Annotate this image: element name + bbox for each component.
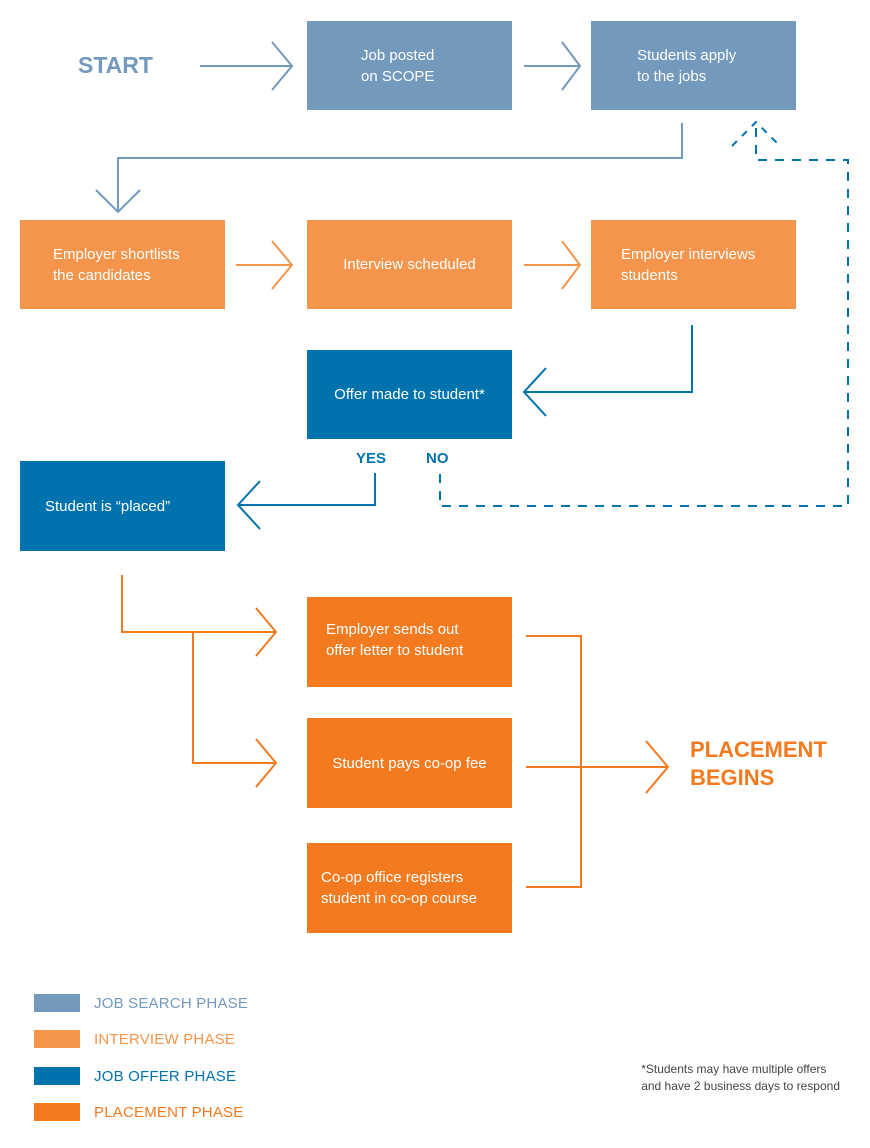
arrow-placed-to-offer-letter — [121, 575, 278, 657]
flow-connectors — [95, 41, 849, 888]
step-offer-letter-text: Employer sends out offer letter to stude… — [326, 621, 464, 659]
arrow-interviews-to-offer — [522, 325, 693, 417]
step-student-placed: Student is “placed” — [20, 461, 225, 551]
arrow-start-to-job-posted — [200, 41, 294, 91]
start-label: START — [78, 52, 153, 78]
step-students-apply-text: Students apply to the jobs — [637, 46, 737, 85]
arrow-yes-to-placed — [236, 473, 376, 530]
step-student-placed-text: Student is “placed” — [45, 497, 171, 515]
step-shortlist: Employer shortlists the candidates — [20, 220, 225, 309]
decision-no-label: NO — [426, 450, 449, 467]
step-job-posted-text: Job posted on SCOPE — [361, 46, 435, 85]
legend-swatch — [34, 994, 80, 1012]
arrow-placed-to-pays-fee — [192, 633, 278, 788]
step-registers-text: Co-op office registers student in co-op … — [321, 869, 477, 907]
step-interview-scheduled-text: Interview scheduled — [343, 256, 476, 273]
legend-item-job-search: JOB SEARCH PHASE — [34, 994, 248, 1012]
step-employer-interviews-text: Employer interviews students — [621, 245, 756, 284]
end-label: PLACEMENT BEGINS — [690, 737, 827, 790]
decision-yes-label: YES — [356, 450, 387, 467]
legend-item-job-offer: JOB OFFER PHASE — [34, 1067, 236, 1085]
arrow-job-posted-to-apply — [524, 41, 582, 91]
footnote: *Students may have multiple offers and h… — [641, 1062, 840, 1093]
arrow-apply-to-shortlist — [95, 123, 683, 214]
legend-label: INTERVIEW PHASE — [94, 1030, 236, 1048]
step-pays-fee: Student pays co-op fee — [307, 718, 512, 808]
legend-swatch — [34, 1103, 80, 1121]
arrow-shortlist-to-scheduled — [236, 240, 294, 290]
step-pays-fee-text: Student pays co-op fee — [332, 754, 487, 772]
legend-label: JOB OFFER PHASE — [94, 1067, 237, 1085]
arrow-merge-to-placement-begins — [526, 635, 670, 888]
step-employer-interviews: Employer interviews students — [591, 220, 796, 309]
step-offer-made: Offer made to student* — [307, 350, 512, 439]
legend-swatch — [34, 1030, 80, 1048]
legend-item-interview: INTERVIEW PHASE — [34, 1030, 235, 1048]
step-interview-scheduled: Interview scheduled — [307, 220, 512, 309]
legend-item-placement: PLACEMENT PHASE — [34, 1103, 243, 1121]
step-job-posted: Job posted on SCOPE — [307, 21, 512, 110]
step-offer-letter: Employer sends out offer letter to stude… — [307, 597, 512, 687]
legend-swatch — [34, 1067, 80, 1085]
step-students-apply: Students apply to the jobs — [591, 21, 796, 110]
arrow-no-loop-back — [439, 124, 849, 507]
step-offer-made-text: Offer made to student* — [334, 386, 485, 403]
step-registers: Co-op office registers student in co-op … — [307, 843, 512, 933]
step-shortlist-text: Employer shortlists the candidates — [53, 245, 180, 284]
legend-label: JOB SEARCH PHASE — [94, 994, 249, 1012]
arrow-scheduled-to-interviews — [524, 240, 582, 290]
legend-label: PLACEMENT PHASE — [94, 1103, 244, 1121]
